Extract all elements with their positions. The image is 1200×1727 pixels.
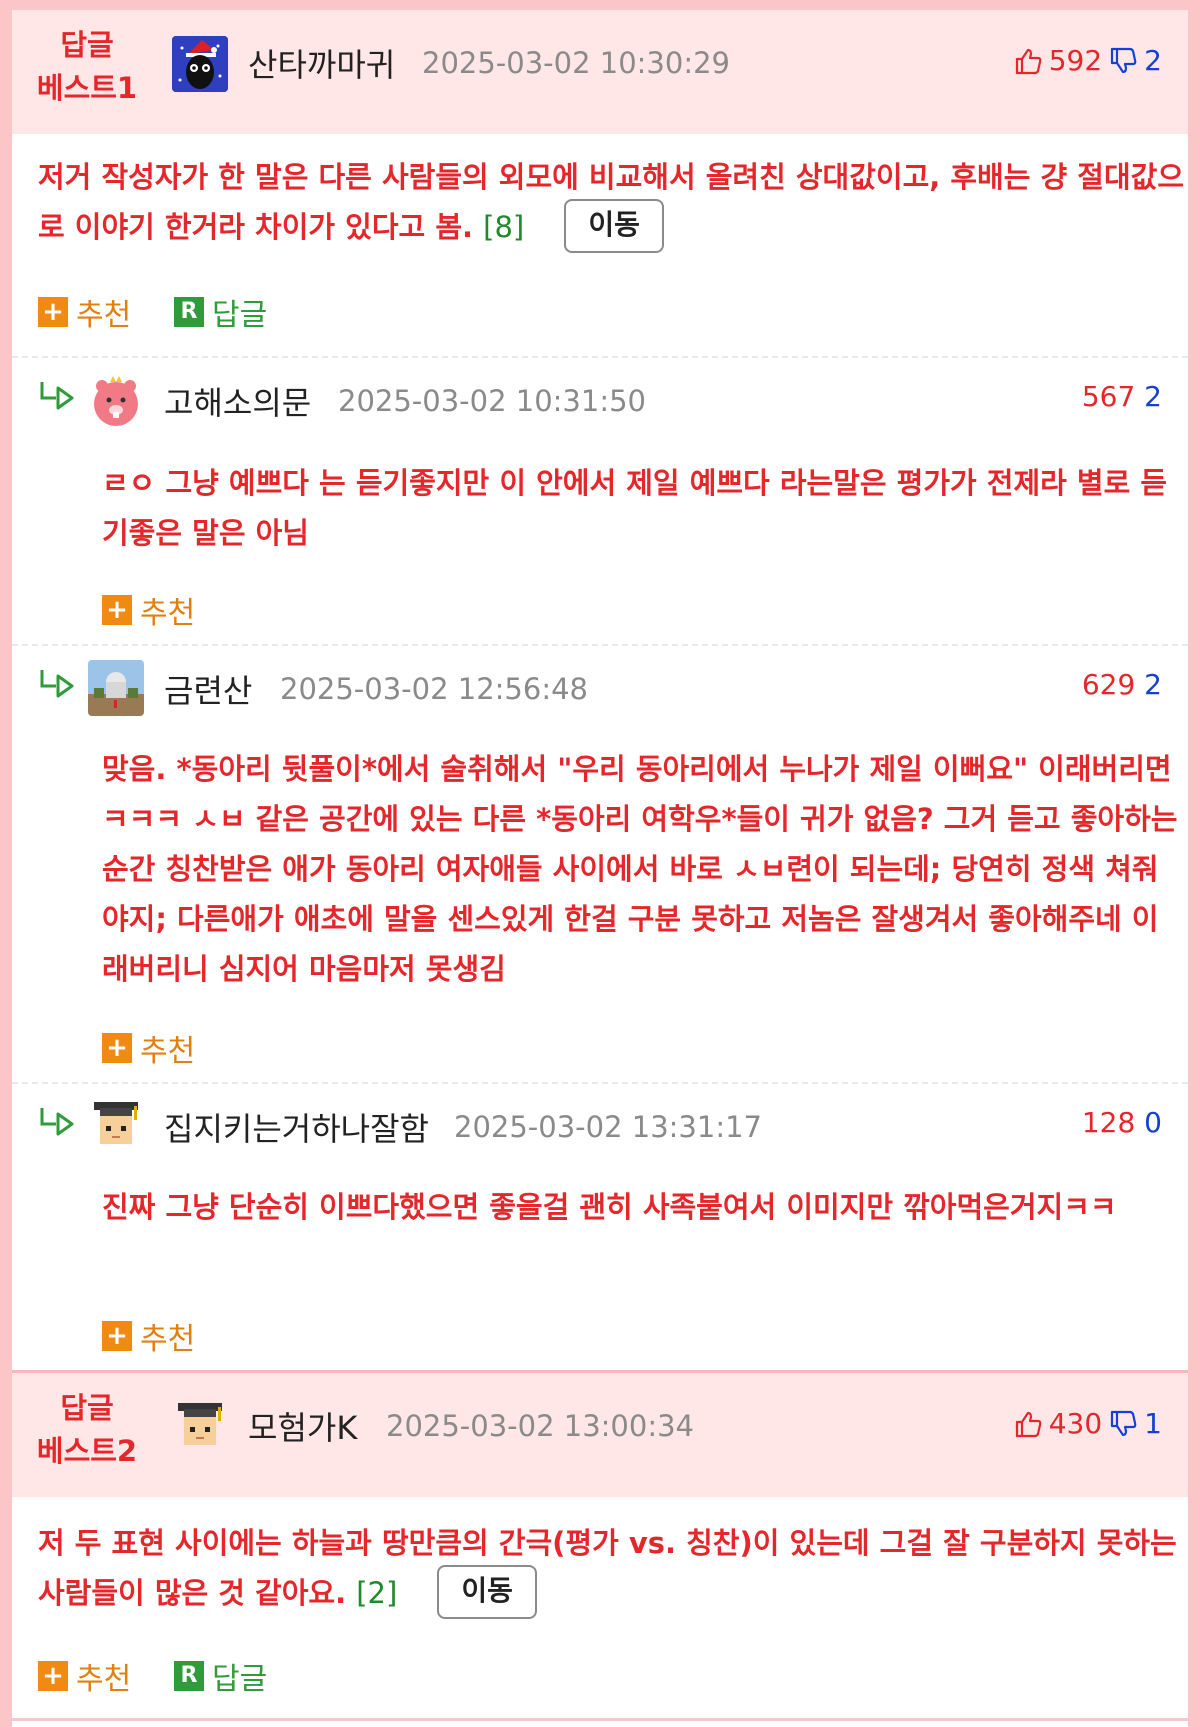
avatar[interactable] <box>172 36 228 92</box>
best-badge: 답글 베스트1 <box>32 24 142 110</box>
vote-counts: 430 1 <box>1013 1407 1162 1440</box>
best-comment-header: 답글 베스트2 모험가K 2025-03-02 13:00:34 430 1 <box>12 1370 1188 1497</box>
best-badge: 답글 베스트2 <box>32 1387 142 1473</box>
reply-arrow-icon <box>40 670 74 698</box>
best-comment-header: 답글 베스트1 산타까마귀 2025-03-02 10:30:29 592 2 <box>12 8 1188 134</box>
author-nickname[interactable]: 산타까마귀 <box>248 40 395 86</box>
divider <box>12 356 1188 358</box>
recommend-label: 추천 <box>140 1034 196 1069</box>
vote-counts: 567 2 <box>1082 380 1162 413</box>
comment-list: 답글 베스트1 산타까마귀 2025-03-02 10:30:29 592 2 <box>12 0 1188 1727</box>
upvote-count: 592 <box>1048 44 1103 77</box>
reply-count: [2] <box>356 1576 398 1610</box>
downvote-count: 2 <box>1144 668 1162 701</box>
vote-counts: 629 2 <box>1082 668 1162 701</box>
recommend-label: 추천 <box>140 596 196 631</box>
reply-icon: R <box>174 297 204 327</box>
comment-date: 2025-03-02 13:31:17 <box>454 1110 762 1144</box>
reply-button[interactable]: R 답글 <box>174 1654 267 1698</box>
vote-counts: 592 2 <box>1013 44 1162 77</box>
best-badge-line2: 베스트2 <box>36 1434 138 1468</box>
upvote-count: 567 <box>1081 380 1136 413</box>
avatar[interactable] <box>172 1399 228 1455</box>
divider <box>12 644 1188 646</box>
reply-button[interactable]: R 답글 <box>174 290 267 334</box>
reply-label: 답글 <box>212 298 268 333</box>
best-badge-line1: 답글 <box>60 1391 114 1425</box>
avatar[interactable] <box>88 1098 144 1154</box>
plus-icon: + <box>38 297 68 327</box>
avatar[interactable] <box>88 660 144 716</box>
recommend-label: 추천 <box>76 298 132 333</box>
comment-body: 진짜 그냥 단순히 이쁘다했으면 좋을걸 괜히 사족붙여서 이미지만 깎아먹은거… <box>102 1190 1117 1224</box>
comment-text: 저 두 표현 사이에는 하늘과 땅만큼의 간극(평가 vs. 칭찬)이 있는데 … <box>38 1526 1177 1610</box>
upvote-count: 128 <box>1081 1106 1136 1139</box>
upvote-count: 430 <box>1048 1407 1103 1440</box>
recommend-button[interactable]: + 추천 <box>102 588 195 632</box>
thumbs-down-icon[interactable] <box>1108 46 1138 76</box>
recommend-button[interactable]: + 추천 <box>38 290 131 334</box>
best-badge-line2: 베스트1 <box>36 71 138 105</box>
downvote-count: 2 <box>1144 380 1162 413</box>
reply-icon: R <box>174 1661 204 1691</box>
recommend-button[interactable]: + 추천 <box>38 1654 131 1698</box>
reply-arrow-icon <box>40 1108 74 1136</box>
plus-icon: + <box>38 1661 68 1691</box>
recommend-label: 추천 <box>76 1662 132 1697</box>
author-nickname[interactable]: 집지키는거하나잘함 <box>164 1104 429 1150</box>
author-nickname[interactable]: 금련산 <box>164 666 252 712</box>
vote-counts: 128 0 <box>1082 1106 1162 1139</box>
reply-count: [8] <box>483 210 525 244</box>
comment-date: 2025-03-02 10:30:29 <box>422 46 730 80</box>
recommend-button[interactable]: + 추천 <box>102 1314 195 1358</box>
plus-icon: + <box>102 1033 132 1063</box>
upvote-count: 629 <box>1081 668 1136 701</box>
recommend-button[interactable]: + 추천 <box>102 1026 195 1070</box>
author-nickname[interactable]: 모험가K <box>248 1403 357 1449</box>
recommend-label: 추천 <box>140 1322 196 1357</box>
downvote-count: 1 <box>1144 1407 1162 1440</box>
best-badge-line1: 답글 <box>60 28 114 62</box>
avatar[interactable] <box>88 372 144 428</box>
move-button[interactable]: 이동 <box>564 199 664 253</box>
thumbs-up-icon[interactable] <box>1013 1409 1043 1439</box>
plus-icon: + <box>102 1321 132 1351</box>
comment-date: 2025-03-02 13:00:34 <box>386 1409 694 1443</box>
downvote-count: 2 <box>1144 44 1162 77</box>
downvote-count: 0 <box>1144 1106 1162 1139</box>
plus-icon: + <box>102 595 132 625</box>
comment-date: 2025-03-02 12:56:48 <box>280 672 588 706</box>
move-button[interactable]: 이동 <box>437 1565 537 1619</box>
reply-label: 답글 <box>212 1662 268 1697</box>
reply-arrow-icon <box>40 382 74 410</box>
thumbs-up-icon[interactable] <box>1013 46 1043 76</box>
divider <box>12 1082 1188 1084</box>
comment-body: 저거 작성자가 한 말은 다른 사람들의 외모에 비교해서 올려친 상대값이고,… <box>38 152 1188 253</box>
divider <box>12 1718 1188 1721</box>
comment-body: ㄹㅇ 그냥 예쁘다 는 듣기좋지만 이 안에서 제일 예쁘다 라는말은 평가가 … <box>102 466 1168 550</box>
comment-body: 저 두 표현 사이에는 하늘과 땅만큼의 간극(평가 vs. 칭찬)이 있는데 … <box>38 1518 1188 1619</box>
comment-body: 맞음. *동아리 뒷풀이*에서 술취해서 "우리 동아리에서 누나가 제일 이뻐… <box>102 752 1178 986</box>
thumbs-down-icon[interactable] <box>1108 1409 1138 1439</box>
author-nickname[interactable]: 고해소의문 <box>164 378 311 424</box>
comment-date: 2025-03-02 10:31:50 <box>338 384 646 418</box>
